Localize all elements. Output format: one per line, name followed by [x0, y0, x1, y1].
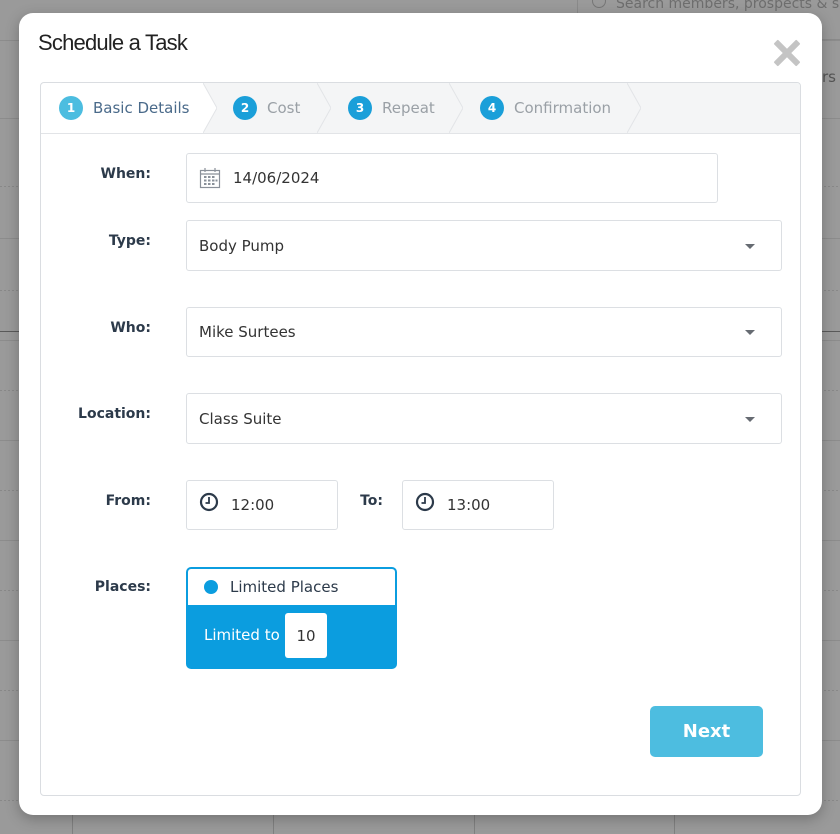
step-basic-details[interactable]: 1 Basic Details: [41, 83, 203, 133]
step-number-badge: 2: [233, 96, 257, 120]
step-number-badge: 3: [348, 96, 372, 120]
from-time-value: 12:00: [231, 496, 275, 514]
when-date-value: 14/06/2024: [233, 169, 320, 187]
search-icon: [592, 0, 606, 8]
wizard-steps: 1 Basic Details 2 Cost 3 Repeat 4 Confir…: [41, 83, 800, 134]
chevron-down-icon: [745, 416, 755, 422]
step-label: Basic Details: [93, 99, 190, 117]
next-button[interactable]: Next: [650, 706, 763, 757]
limited-places-label: Limited Places: [230, 578, 339, 596]
chevron-down-icon: [745, 243, 755, 249]
step-label: Repeat: [382, 99, 435, 117]
step-separator: [203, 83, 217, 133]
step-number-badge: 4: [480, 96, 504, 120]
step-label: Cost: [267, 99, 301, 117]
places-option-card[interactable]: Limited Places Limited to 10: [186, 567, 397, 669]
to-time-field[interactable]: 13:00: [402, 480, 554, 530]
when-date-field[interactable]: 14/06/2024: [186, 153, 718, 203]
location-label: Location:: [78, 406, 151, 422]
location-select-value: Class Suite: [199, 409, 282, 428]
location-select[interactable]: Class Suite: [186, 393, 782, 444]
step-repeat[interactable]: 3 Repeat: [348, 83, 435, 133]
type-label: Type:: [108, 233, 151, 249]
clock-icon: [199, 492, 219, 512]
step-label: Confirmation: [514, 99, 612, 117]
background-search-placeholder: Search members, prospects & s: [616, 0, 840, 12]
step-confirmation[interactable]: 4 Confirmation: [480, 83, 611, 133]
to-time-value: 13:00: [447, 496, 491, 514]
modal-title: Schedule a Task: [38, 30, 188, 55]
who-select-value: Mike Surtees: [199, 323, 296, 341]
close-icon[interactable]: [773, 39, 801, 67]
from-label: From:: [105, 493, 151, 509]
schedule-task-modal: Schedule a Task 1 Basic Details 2 Cost 3…: [19, 13, 822, 815]
places-label: Places:: [94, 579, 151, 595]
step-cost[interactable]: 2 Cost: [233, 83, 300, 133]
step-separator: [317, 83, 331, 133]
background-partial-text: rs: [822, 68, 836, 86]
to-label: To:: [360, 493, 383, 509]
step-separator: [627, 83, 641, 133]
step-separator: [449, 83, 463, 133]
chevron-down-icon: [745, 330, 755, 335]
limited-to-label: Limited to: [204, 626, 280, 644]
when-label: When:: [100, 166, 151, 182]
clock-icon: [415, 492, 435, 512]
who-label: Who:: [110, 320, 151, 336]
wizard-panel: 1 Basic Details 2 Cost 3 Repeat 4 Confir…: [40, 82, 801, 796]
type-select[interactable]: Body Pump: [186, 220, 782, 271]
limited-to-input[interactable]: 10: [285, 613, 327, 658]
type-select-value: Body Pump: [199, 236, 285, 255]
calendar-icon: [199, 168, 221, 189]
step-number-badge: 1: [59, 96, 83, 120]
radio-selected-icon: [204, 580, 218, 594]
who-select[interactable]: Mike Surtees: [186, 307, 782, 357]
limited-places-radio[interactable]: Limited Places: [188, 569, 395, 605]
